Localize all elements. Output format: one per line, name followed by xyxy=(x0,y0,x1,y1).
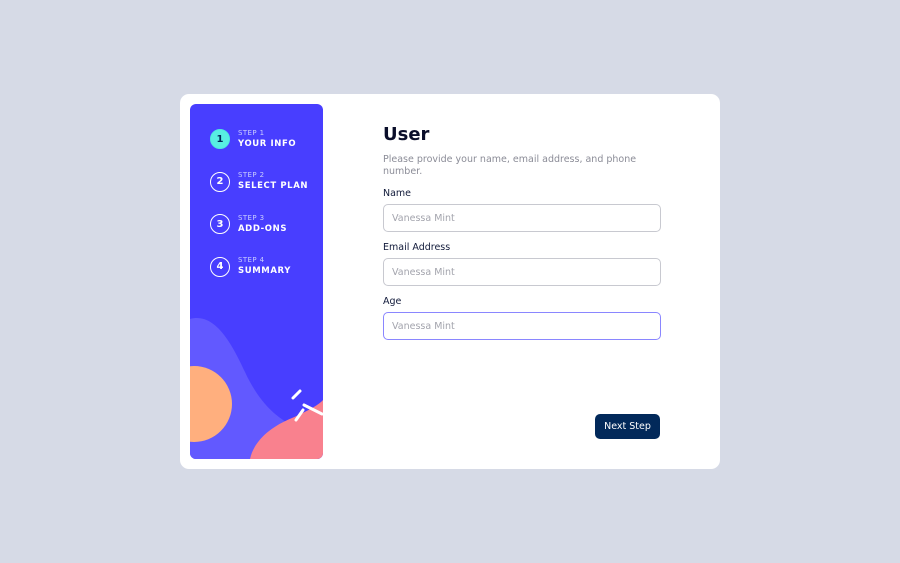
step-caption: STEP 2 xyxy=(238,171,265,180)
name-field-group: Name xyxy=(383,188,661,232)
age-field-group: Age xyxy=(383,296,661,340)
page-title: User xyxy=(383,124,430,145)
step-item-your-info[interactable]: 1 STEP 1 YOUR INFO xyxy=(210,129,308,149)
name-label: Name xyxy=(383,188,412,199)
next-step-button[interactable]: Next Step xyxy=(595,414,660,439)
step-title: ADD-ONS xyxy=(238,223,288,234)
age-input[interactable] xyxy=(383,312,661,340)
step-list: 1 STEP 1 YOUR INFO 2 STEP 2 SELECT PLAN … xyxy=(210,129,308,299)
age-label: Age xyxy=(383,296,402,307)
step-title: SUMMARY xyxy=(238,266,291,277)
step-caption: STEP 3 xyxy=(238,213,265,222)
step-title: SELECT PLAN xyxy=(238,181,309,192)
form-main: User Please provide your name, email add… xyxy=(383,124,661,340)
step-caption: STEP 4 xyxy=(238,256,265,265)
step-number: 1 xyxy=(210,129,230,149)
step-number: 2 xyxy=(210,171,230,192)
name-input[interactable] xyxy=(383,204,661,232)
step-item-summary[interactable]: 4 STEP 4 SUMMARY xyxy=(210,256,308,277)
email-field-group: Email Address xyxy=(383,242,661,286)
form-card: 1 STEP 1 YOUR INFO 2 STEP 2 SELECT PLAN … xyxy=(180,94,720,469)
step-item-add-ons[interactable]: 3 STEP 3 ADD-ONS xyxy=(210,214,308,234)
page-subtitle: Please provide your name, email address,… xyxy=(383,154,637,177)
email-label: Email Address xyxy=(383,242,451,253)
dash-1 xyxy=(291,389,302,400)
step-sidebar: 1 STEP 1 YOUR INFO 2 STEP 2 SELECT PLAN … xyxy=(190,104,323,459)
step-number: 3 xyxy=(210,214,230,234)
step-caption: STEP 1 xyxy=(238,128,265,137)
step-item-select-plan[interactable]: 2 STEP 2 SELECT PLAN xyxy=(210,171,309,192)
email-input[interactable] xyxy=(383,258,661,286)
step-number: 4 xyxy=(210,256,230,277)
step-title: YOUR INFO xyxy=(238,138,297,149)
